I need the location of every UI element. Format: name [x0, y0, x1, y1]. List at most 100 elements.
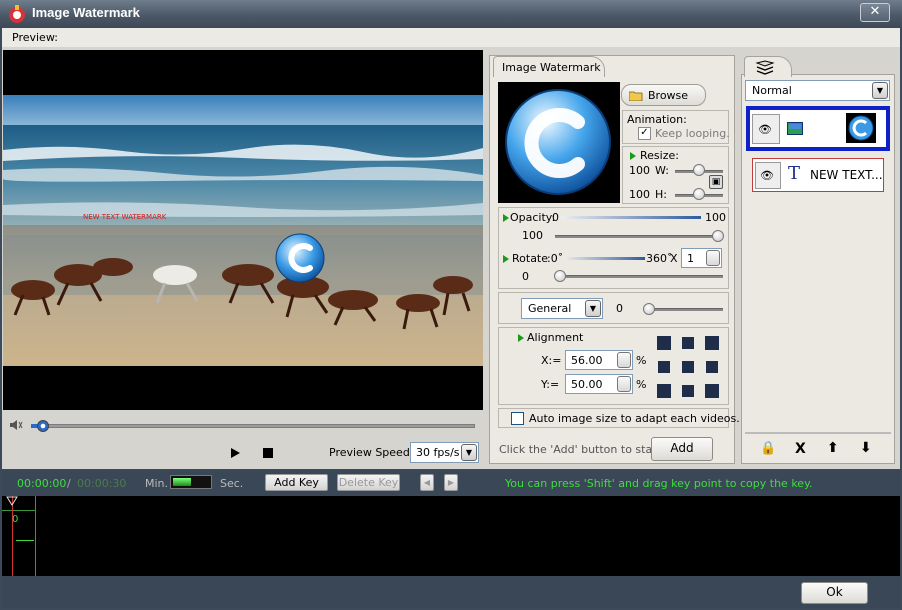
animation-group: Animation: ✓ Keep looping. — [622, 110, 730, 144]
expand-arrow-icon — [503, 255, 509, 263]
opacity-max: 100 — [705, 211, 726, 224]
spinner-arrows-icon[interactable] — [617, 376, 631, 392]
move-up-icon[interactable]: ⬆ — [827, 440, 839, 456]
playhead[interactable] — [12, 496, 13, 576]
ruler-line — [2, 510, 36, 511]
height-label: H: — [655, 188, 667, 201]
width-slider-thumb[interactable] — [693, 164, 705, 176]
opacity-slider-track[interactable] — [555, 235, 723, 238]
width-value: 100 — [629, 164, 650, 177]
x-label: X:= — [541, 354, 562, 367]
rotate-times-spinner[interactable]: 1 — [681, 248, 722, 268]
spinner-arrows-icon[interactable] — [706, 250, 720, 266]
lock-icon[interactable]: 🔒 — [760, 441, 776, 456]
preview-speed-label: Preview Speed: — [329, 446, 414, 459]
zoom-slider-thumb[interactable] — [173, 478, 191, 486]
next-key-icon[interactable]: ▶ — [444, 474, 458, 491]
opacity-value: 100 — [522, 229, 543, 242]
text-watermark-overlay: NEW TEXT WATERMARK — [83, 213, 167, 221]
alignment-label: Alignment — [527, 331, 584, 344]
prev-key-icon[interactable]: ◀ — [420, 474, 434, 491]
playhead-marker-icon[interactable] — [6, 496, 18, 506]
lock-ratio-icon[interactable]: ▣ — [709, 175, 723, 189]
stop-icon[interactable] — [263, 448, 273, 458]
expand-arrow-icon — [630, 152, 636, 160]
tab-label: Image Watermark — [502, 61, 601, 74]
y-percent-label: % — [636, 378, 647, 391]
browse-button[interactable]: Browse — [621, 84, 706, 106]
delete-layer-icon[interactable]: X — [795, 441, 806, 457]
seek-thumb[interactable] — [37, 420, 49, 432]
eye-icon[interactable]: 👁 — [760, 169, 774, 182]
alignment-grid-icon[interactable] — [656, 335, 720, 399]
volume-icon[interactable] — [9, 419, 23, 431]
preview-speed-value: 30 fps/s — [416, 446, 460, 459]
preview-label: Preview: — [12, 31, 58, 44]
tab-layers[interactable] — [744, 56, 792, 77]
copyright-globe-icon — [848, 115, 874, 141]
add-button[interactable]: Add — [651, 437, 713, 461]
key-track-line — [16, 540, 34, 541]
chevron-down-icon[interactable]: ▼ — [872, 82, 888, 99]
eye-icon[interactable]: 👁 — [758, 123, 772, 136]
animation-label: Animation: — [627, 113, 687, 126]
move-down-icon[interactable]: ⬇ — [860, 440, 872, 456]
visibility-toggle[interactable]: 👁 — [752, 114, 780, 144]
min-label: Min. — [145, 477, 169, 490]
layer-item[interactable]: 👁 — [746, 106, 890, 151]
seek-track[interactable] — [31, 424, 475, 428]
blend-slider-thumb[interactable] — [643, 303, 655, 315]
footer-bar: Ok — [2, 576, 900, 608]
height-slider-thumb[interactable] — [693, 188, 705, 200]
blend-slider-track[interactable] — [645, 308, 723, 311]
layers-icon — [755, 60, 775, 75]
watermark-preview — [498, 82, 620, 203]
layer-blend-select[interactable]: Normal ▼ — [745, 80, 890, 101]
layer-item[interactable]: 👁 T NEW TEXT... — [752, 158, 884, 192]
y-position-spinner[interactable]: 50.00 — [565, 374, 633, 394]
rotate-slider-thumb[interactable] — [554, 270, 566, 282]
x-percent-label: % — [636, 354, 647, 367]
layer-blend-value: Normal — [752, 84, 792, 97]
ok-button[interactable]: Ok — [801, 582, 868, 604]
width-label: W: — [655, 164, 669, 177]
preview-speed-select[interactable]: 30 fps/s ▼ — [410, 442, 479, 463]
seek-bar-area — [3, 412, 483, 438]
auto-size-group: Auto image size to adapt each videos. — [498, 408, 740, 428]
chevron-down-icon[interactable]: ▼ — [461, 444, 477, 461]
folder-icon — [629, 91, 643, 101]
ruler-zero-label: 0 — [12, 514, 19, 525]
chevron-down-icon[interactable]: ▼ — [585, 300, 601, 317]
playback-bar: Preview Speed: 30 fps/s ▼ — [3, 440, 483, 466]
current-time: 00:00:00 — [17, 477, 67, 490]
x-position-spinner[interactable]: 56.00 — [565, 350, 633, 370]
timeline-ruler — [2, 496, 36, 576]
auto-size-checkbox[interactable] — [511, 412, 524, 425]
y-position-value: 50.00 — [571, 378, 603, 391]
close-button[interactable]: ✕ — [860, 3, 890, 22]
height-value: 100 — [629, 188, 650, 201]
image-layer-icon — [787, 122, 803, 135]
rotate-times-label: X — [670, 252, 678, 265]
opacity-slider-thumb[interactable] — [712, 230, 724, 242]
resize-label: Resize: — [640, 149, 679, 162]
blend-mode-select[interactable]: General ▼ — [521, 298, 603, 319]
opacity-label: Opacity: — [510, 211, 556, 224]
browse-label: Browse — [648, 89, 689, 102]
visibility-toggle[interactable]: 👁 — [755, 162, 781, 189]
add-key-button[interactable]: Add Key — [265, 474, 328, 491]
timeline-track[interactable]: 0 — [2, 496, 900, 576]
delete-key-button[interactable]: Delete Key — [337, 474, 400, 491]
rotate-min: :0˚ — [547, 252, 564, 265]
keep-looping-checkbox[interactable]: ✓ — [638, 127, 651, 140]
divider — [745, 432, 891, 434]
tab-image-watermark[interactable]: Image Watermark — [493, 56, 605, 77]
keep-looping-label: Keep looping. — [655, 127, 730, 140]
play-icon[interactable] — [231, 448, 240, 458]
rotate-slider-track[interactable] — [555, 275, 723, 278]
rotate-gradient — [563, 257, 645, 260]
x-position-value: 56.00 — [571, 354, 603, 367]
window-title: Image Watermark — [32, 5, 140, 20]
zoom-slider[interactable] — [170, 475, 212, 489]
spinner-arrows-icon[interactable] — [617, 352, 631, 368]
